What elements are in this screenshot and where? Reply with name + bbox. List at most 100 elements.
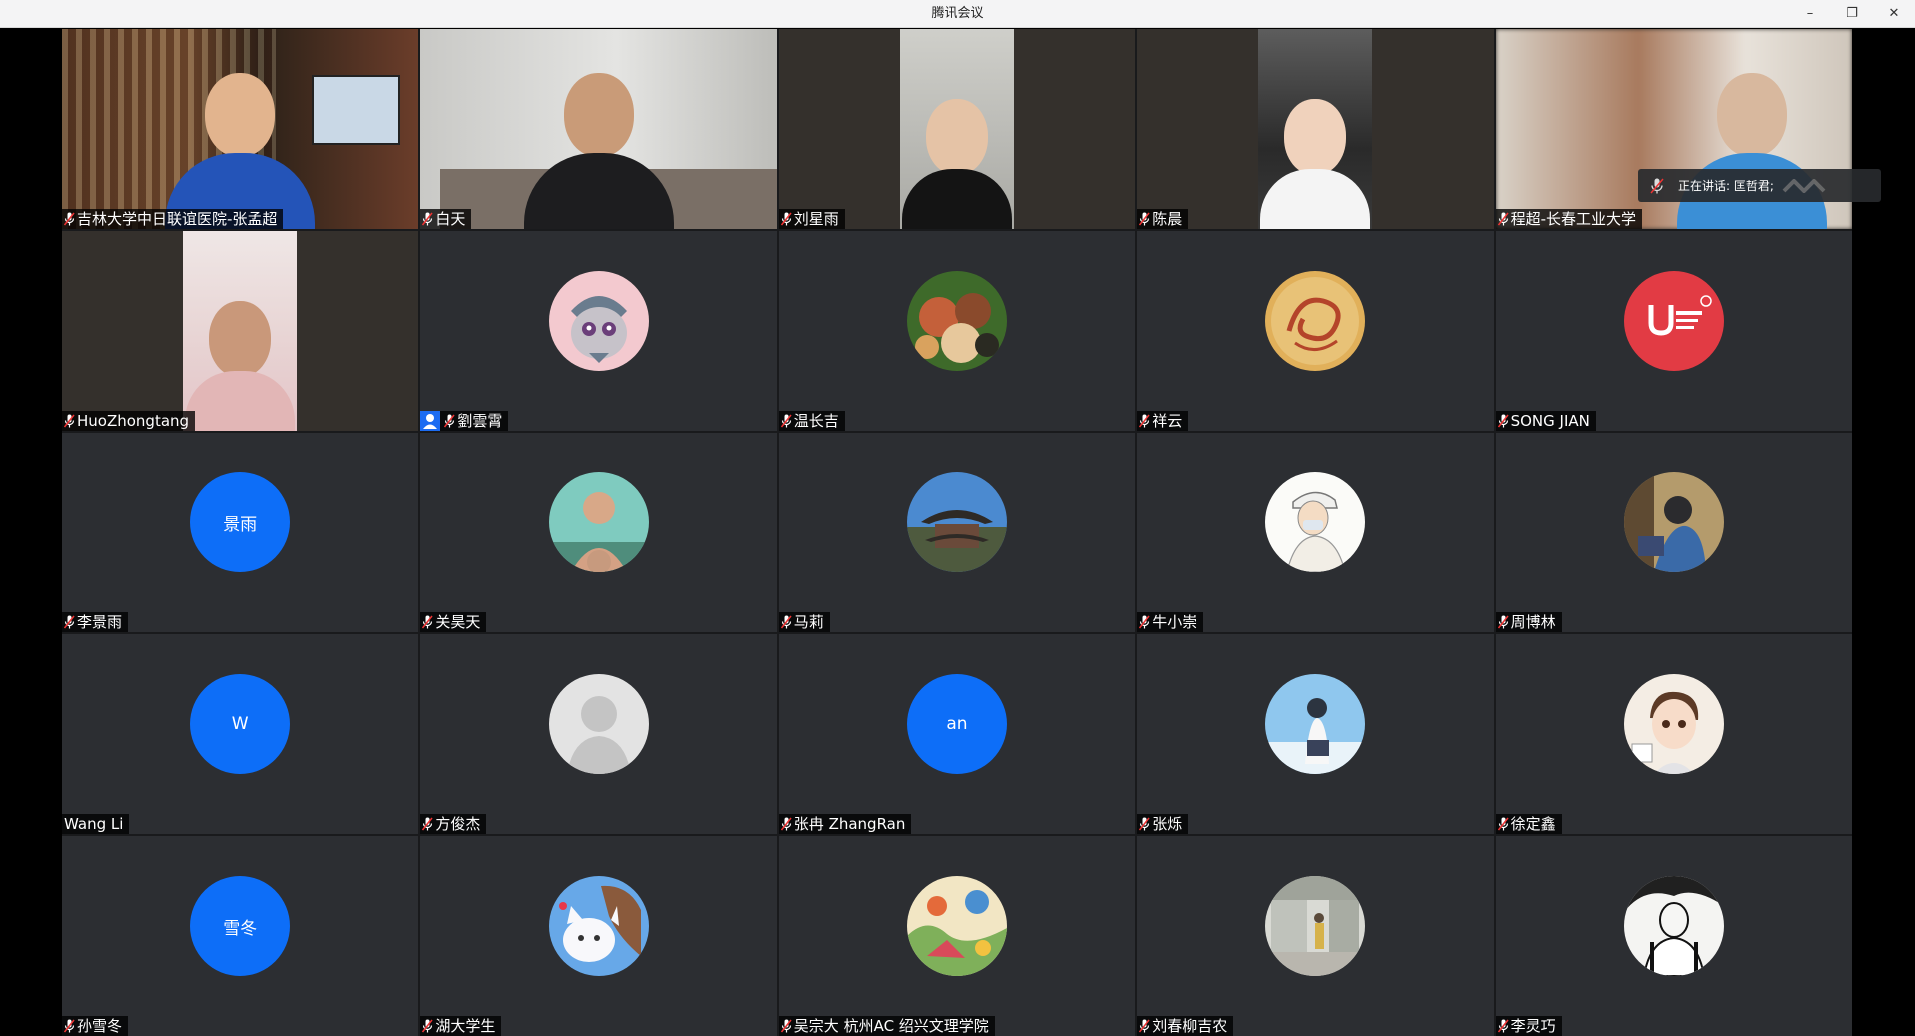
participant-name-tag: 张冉 ZhangRan <box>778 814 912 835</box>
participant-name-tag: 马莉 <box>778 612 830 633</box>
participant-name-tag: 刘星雨 <box>778 208 845 229</box>
participant-tile[interactable]: an 张冉 ZhangRan <box>778 634 1136 835</box>
participant-name: 温长吉 <box>793 411 839 430</box>
participant-tile[interactable]: HuoZhongtang <box>62 230 419 431</box>
host-icon <box>420 410 441 431</box>
participant-name-tag: 关昊天 <box>420 612 487 633</box>
sketch-portrait-icon <box>1623 876 1724 977</box>
participant-name-tag: 李灵巧 <box>1495 1016 1562 1036</box>
participant-tile[interactable]: 祥云 <box>1137 230 1494 431</box>
participant-name: 徐定鑫 <box>1510 815 1556 834</box>
participant-tile[interactable]: 雪冬 孙雪冬 <box>62 836 419 1036</box>
participant-tile[interactable]: 张烁 <box>1137 634 1494 835</box>
participant-name: 祥云 <box>1152 411 1183 430</box>
mic-icon <box>422 1019 433 1033</box>
participant-name: 关昊天 <box>435 613 481 632</box>
participant-tile[interactable]: 温长吉 <box>778 230 1136 431</box>
participant-name: 孙雪冬 <box>77 1017 123 1035</box>
participant-name: 吉林大学中日联谊医院-张孟超 <box>77 209 278 228</box>
anime-character-icon <box>1623 674 1724 775</box>
mic-icon <box>1497 615 1509 629</box>
close-button[interactable]: ✕ <box>1877 0 1911 28</box>
mic-icon <box>64 1019 75 1033</box>
initials-avatar: an <box>906 674 1007 775</box>
participant-tile[interactable]: 周博林 <box>1495 432 1852 633</box>
mic-icon <box>1497 1019 1509 1033</box>
participant-name-tag: 吉林大学中日联谊医院-张孟超 <box>62 208 284 229</box>
participant-tile[interactable]: 方俊杰 <box>420 634 777 835</box>
window-titlebar: 腾讯会议 – ❐ ✕ <box>0 0 1915 28</box>
participant-name-tag: 孙雪冬 <box>62 1016 129 1036</box>
mic-icon <box>1497 414 1509 428</box>
mic-icon <box>444 414 455 428</box>
mic-icon <box>1139 817 1150 831</box>
participant-tile[interactable]: 景雨 李景雨 <box>62 432 419 633</box>
photo-avatar-icon <box>1623 472 1724 573</box>
participant-name-tag: 徐定鑫 <box>1495 814 1562 835</box>
photo-avatar-icon <box>548 472 649 573</box>
participant-name-tag: 白天 <box>420 208 472 229</box>
minimize-button[interactable]: – <box>1793 0 1827 28</box>
participant-name: 白天 <box>435 209 466 228</box>
mic-icon <box>780 615 792 629</box>
participant-name-tag: SONG JIAN <box>1495 410 1596 431</box>
participant-tile[interactable]: 李灵巧 <box>1495 836 1852 1036</box>
mic-icon <box>1497 817 1509 831</box>
video-feed <box>183 230 298 431</box>
participant-name-tag: 牛小崇 <box>1137 612 1204 633</box>
participant-name-tag: 刘春柳吉农 <box>1137 1016 1234 1036</box>
anime-character-icon <box>1265 472 1366 573</box>
participant-tile[interactable]: 牛小崇 <box>1137 432 1494 633</box>
mic-icon <box>64 212 75 226</box>
participant-name-tag: 温长吉 <box>778 410 845 431</box>
participant-tile[interactable]: 刘星雨 <box>778 29 1136 229</box>
participant-name-tag: 张烁 <box>1137 814 1189 835</box>
mic-icon <box>64 615 75 629</box>
participant-name-tag: Wang Li <box>62 814 130 835</box>
participant-name-tag: 陈晨 <box>1137 208 1189 229</box>
participant-tile[interactable]: 吉林大学中日联谊医院-张孟超 <box>62 29 419 229</box>
mic-icon <box>780 817 792 831</box>
anime-character-icon <box>1265 674 1366 775</box>
mic-icon <box>422 212 433 226</box>
participant-tile[interactable]: 刘春柳吉农 <box>1137 836 1494 1036</box>
mic-icon <box>1497 212 1509 226</box>
participant-tile[interactable]: 马莉 <box>778 432 1136 633</box>
participant-name: 李景雨 <box>77 613 123 632</box>
participant-tile[interactable]: 关昊天 <box>420 432 777 633</box>
window-title: 腾讯会议 <box>931 6 984 21</box>
participant-tile[interactable]: 劉雲霄 <box>420 230 777 431</box>
participant-tile[interactable]: 白天 <box>420 29 777 229</box>
video-feed <box>1258 29 1373 229</box>
mic-icon <box>64 414 75 428</box>
participant-name: 吴宗大 杭州AC 绍兴文理学院 <box>793 1017 989 1035</box>
pavilion-icon <box>906 472 1007 573</box>
mic-icon <box>780 212 792 226</box>
speaker-mic-icon <box>1650 178 1664 194</box>
participant-tile[interactable]: 吴宗大 杭州AC 绍兴文理学院 <box>778 836 1136 1036</box>
participant-name: 李灵巧 <box>1510 1017 1556 1035</box>
participant-tile[interactable]: 陈晨 <box>1137 29 1494 229</box>
u-logo-icon <box>1623 270 1724 371</box>
participant-name-tag: 湖大学生 <box>420 1016 502 1036</box>
participant-tile[interactable]: SONG JIAN <box>1495 230 1852 431</box>
participant-name: Wang Li <box>64 815 124 834</box>
initials-avatar: 雪冬 <box>190 876 291 977</box>
speaking-indicator: 正在讲话: 匡哲君; <box>1638 169 1881 202</box>
participant-name-tag: 祥云 <box>1137 410 1189 431</box>
restore-button[interactable]: ❐ <box>1835 0 1869 28</box>
mic-icon <box>422 817 433 831</box>
participant-tile[interactable]: W Wang Li <box>62 634 419 835</box>
redacted-mark-icon <box>1782 177 1828 194</box>
speaking-label: 正在讲话: 匡哲君; <box>1678 179 1774 193</box>
participant-tile[interactable]: 湖大学生 <box>420 836 777 1036</box>
video-feed <box>420 29 777 229</box>
participant-name-tag: 周博林 <box>1495 612 1562 633</box>
participant-grid: 吉林大学中日联谊医院-张孟超 白天 刘星雨 陈晨 程超-长春工业大学 HuoZh… <box>62 29 1852 1036</box>
drawing-avatar-icon <box>906 876 1007 977</box>
cartoon-rabbit-icon <box>548 270 649 371</box>
mic-icon <box>780 1019 792 1033</box>
participant-tile[interactable]: 徐定鑫 <box>1495 634 1852 835</box>
mic-icon <box>422 615 433 629</box>
mic-icon <box>1139 615 1150 629</box>
